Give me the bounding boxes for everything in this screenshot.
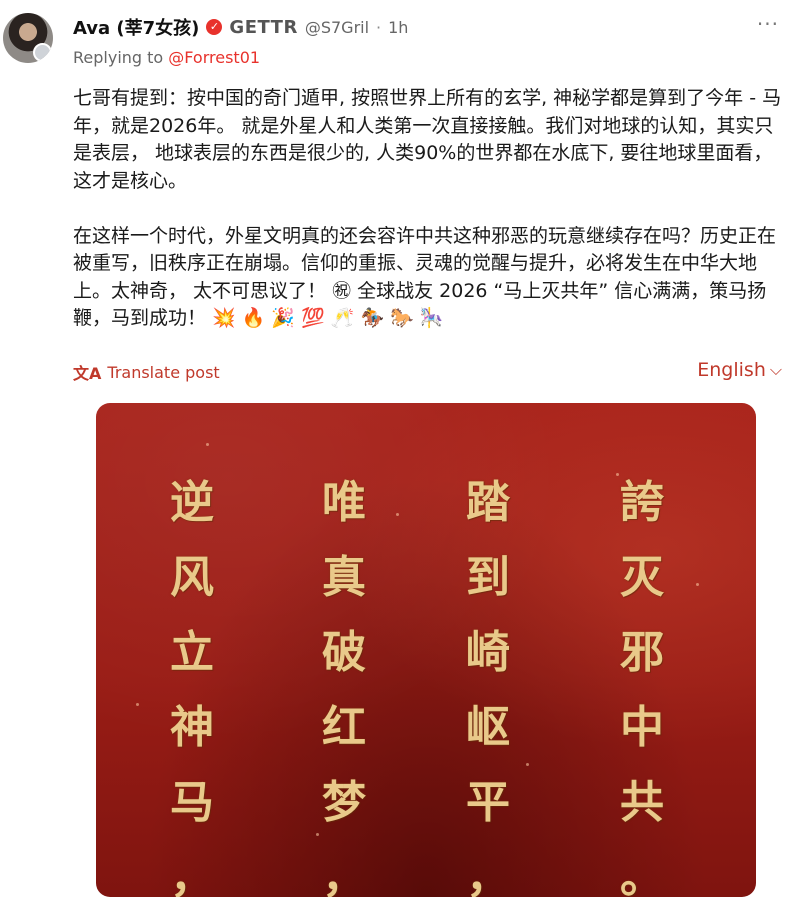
calligraphy-char: 共 — [620, 777, 664, 828]
calligraphy-char: 神 — [170, 702, 214, 753]
sparkle — [206, 443, 209, 446]
calligraphy-char: 真 — [322, 552, 366, 603]
author-name[interactable]: Ava (莘7女孩) — [73, 14, 199, 40]
calligraphy-char: 平 — [466, 777, 510, 828]
calligraphy-column-2: 唯 真 破 红 梦 ， — [314, 465, 374, 897]
calligraphy-char: 逆 — [170, 477, 214, 528]
calligraphy-char: 邪 — [620, 627, 664, 678]
language-label: English — [697, 359, 766, 381]
translate-button[interactable]: 文A Translate post — [73, 360, 220, 384]
sparkle — [696, 583, 699, 586]
calligraphy-char: 到 — [466, 552, 510, 603]
calligraphy-char: 梦 — [322, 777, 366, 828]
check-badge-icon: ✓ — [206, 19, 223, 35]
post-header: Ava (莘7女孩) ✓ GETTR @S7Gril · 1h — [73, 14, 408, 40]
translate-label: Translate post — [107, 362, 220, 382]
avatar-badge-icon — [33, 43, 52, 62]
reply-prefix: Replying to — [73, 48, 169, 67]
avatar[interactable] — [3, 13, 53, 63]
calligraphy-char: ， — [466, 852, 510, 897]
sparkle — [136, 703, 139, 706]
translate-icon: 文A — [73, 364, 102, 383]
calligraphy-char: 岖 — [466, 702, 510, 753]
post-time[interactable]: 1h — [388, 18, 408, 37]
calligraphy-char: 破 — [322, 627, 366, 678]
sparkle — [526, 763, 529, 766]
calligraphy-char: 誇 — [620, 477, 664, 528]
calligraphy-char: 立 — [170, 627, 214, 678]
calligraphy-char: 唯 — [322, 477, 366, 528]
author-handle[interactable]: @S7Gril — [305, 18, 369, 37]
calligraphy-char: 崎 — [466, 627, 510, 678]
platform-label: GETTR — [229, 16, 298, 38]
calligraphy-char: ， — [322, 852, 366, 897]
calligraphy-char: ， — [170, 852, 214, 897]
calligraphy-char: 。 — [620, 852, 664, 897]
calligraphy-char: 踏 — [466, 477, 510, 528]
calligraphy-char: 马 — [170, 777, 214, 828]
reply-to-link[interactable]: @Forrest01 — [168, 48, 260, 67]
post-image[interactable]: 逆 风 立 神 马 ， 唯 真 破 红 梦 ， 踏 到 崎 岖 平 ， 誇 灭 … — [96, 403, 756, 897]
chevron-down-icon: ⌵ — [769, 360, 782, 379]
calligraphy-char: 中 — [620, 702, 664, 753]
calligraphy-char: 风 — [170, 552, 214, 603]
language-select[interactable]: English ⌵ — [697, 359, 782, 381]
calligraphy-column-1: 逆 风 立 神 马 ， — [162, 465, 222, 897]
reply-context: Replying to @Forrest01 — [73, 48, 260, 67]
sparkle — [396, 513, 399, 516]
calligraphy-char: 灭 — [620, 552, 664, 603]
calligraphy-char: 红 — [322, 702, 366, 753]
post-text: 七哥有提到：按中国的奇门遁甲, 按照世界上所有的玄学, 神秘学都是算到了今年 -… — [73, 87, 782, 329]
calligraphy-column-4: 誇 灭 邪 中 共 。 — [612, 465, 672, 897]
more-options-icon[interactable]: ··· — [757, 14, 779, 34]
separator: · — [376, 17, 382, 37]
calligraphy-column-3: 踏 到 崎 岖 平 ， — [458, 465, 518, 897]
